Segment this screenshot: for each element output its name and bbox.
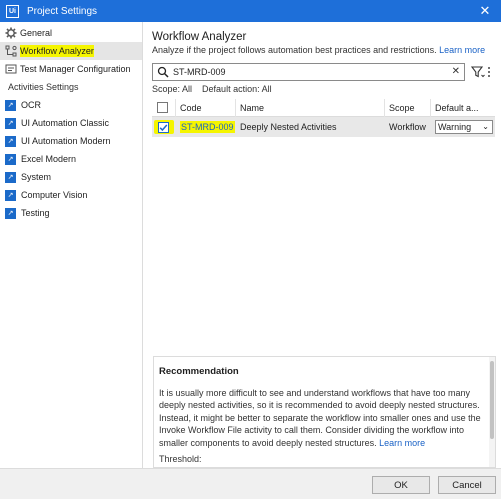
- workflow-analyzer-icon: [5, 45, 17, 57]
- sidebar-item-ui-automation-modern[interactable]: ↗ UI Automation Modern: [0, 132, 142, 150]
- recommendation-scrollbar[interactable]: [489, 357, 495, 467]
- learn-more-link[interactable]: Learn more: [439, 45, 485, 55]
- recommendation-panel: Recommendation It is usually more diffic…: [153, 356, 496, 468]
- select-all-cell: [152, 98, 176, 117]
- scope-filter[interactable]: Scope: All: [152, 84, 192, 94]
- rule-scope: Workflow: [389, 122, 426, 132]
- column-header-code[interactable]: Code: [176, 98, 236, 117]
- dialog-footer: OK Cancel: [0, 468, 501, 499]
- activity-package-icon: ↗: [5, 99, 16, 111]
- activity-package-icon: ↗: [5, 135, 16, 147]
- sidebar: General Workflow Analyzer Test Manager C…: [0, 22, 143, 468]
- recommendation-body: It is usually more difficult to see and …: [159, 387, 490, 449]
- selected-action: Warning: [438, 122, 472, 132]
- sidebar-item-system[interactable]: ↗ System: [0, 168, 142, 186]
- sidebar-item-computer-vision[interactable]: ↗ Computer Vision: [0, 186, 142, 204]
- sidebar-item-testing[interactable]: ↗ Testing: [0, 204, 142, 222]
- activity-package-icon: ↗: [5, 153, 16, 165]
- ok-button[interactable]: OK: [372, 476, 430, 494]
- rule-code: ST-MRD-009: [180, 121, 235, 133]
- page-description: Analyze if the project follows automatio…: [152, 45, 485, 55]
- sidebar-item-label: System: [21, 172, 52, 182]
- scroll-thumb[interactable]: [490, 361, 494, 439]
- activity-package-icon: ↗: [5, 207, 16, 219]
- sidebar-item-label: Excel Modern: [21, 154, 77, 164]
- sidebar-item-label: OCR: [21, 100, 41, 110]
- column-header-name[interactable]: Name: [236, 98, 385, 117]
- activity-package-icon: ↗: [5, 117, 16, 129]
- sidebar-item-label: General: [20, 28, 53, 38]
- select-all-checkbox[interactable]: [157, 102, 168, 113]
- search-box: ✕: [152, 63, 465, 81]
- search-input[interactable]: [173, 67, 443, 77]
- table-header: Code Name Scope Default a...: [152, 98, 495, 117]
- sidebar-item-label: Testing: [21, 208, 50, 218]
- page-title: Workflow Analyzer: [152, 31, 247, 43]
- search-icon: [157, 66, 169, 78]
- code-cell: ST-MRD-009: [176, 117, 236, 137]
- close-button[interactable]: ✕: [477, 3, 493, 19]
- column-header-default-action[interactable]: Default a...: [431, 99, 495, 117]
- sidebar-section-activities: Activities Settings: [8, 82, 79, 92]
- row-checkbox-cell: [152, 117, 176, 137]
- gear-icon: [5, 27, 17, 39]
- sidebar-item-label: UI Automation Modern: [21, 136, 111, 146]
- title-bar: Ui Project Settings ✕: [0, 0, 501, 22]
- sidebar-item-ocr[interactable]: ↗ OCR: [0, 96, 142, 114]
- action-cell: Warning ⌄: [431, 117, 495, 137]
- recommendation-learn-more-link[interactable]: Learn more: [379, 438, 425, 448]
- test-manager-icon: [5, 63, 17, 75]
- clear-search-icon[interactable]: ✕: [452, 66, 460, 77]
- threshold-label: Threshold:: [159, 454, 202, 465]
- row-checkbox-highlight: [154, 120, 174, 134]
- description-text: Analyze if the project follows automatio…: [152, 45, 437, 55]
- cancel-button[interactable]: Cancel: [438, 476, 496, 494]
- table-row[interactable]: ST-MRD-009 Deeply Nested Activities Work…: [152, 117, 495, 137]
- sidebar-item-label: Test Manager Configuration: [20, 64, 131, 74]
- main-panel: Workflow Analyzer Analyze if the project…: [144, 22, 501, 468]
- window-title: Project Settings: [27, 5, 98, 17]
- overflow-menu-icon[interactable]: [485, 64, 493, 80]
- default-action-select[interactable]: Warning ⌄: [435, 120, 493, 134]
- sidebar-item-ui-automation-classic[interactable]: ↗ UI Automation Classic: [0, 114, 142, 132]
- sidebar-item-label: Workflow Analyzer: [20, 45, 94, 57]
- sidebar-item-excel-modern[interactable]: ↗ Excel Modern: [0, 150, 142, 168]
- row-checkbox[interactable]: [158, 121, 169, 133]
- sidebar-item-label: UI Automation Classic: [21, 118, 110, 128]
- rules-table: Code Name Scope Default a... ST-MRD-009 …: [152, 98, 495, 137]
- filter-icon[interactable]: [470, 64, 486, 80]
- default-action-filter[interactable]: Default action: All: [202, 84, 272, 94]
- sidebar-item-test-manager[interactable]: Test Manager Configuration: [0, 60, 142, 78]
- activity-package-icon: ↗: [5, 189, 16, 201]
- sidebar-item-workflow-analyzer[interactable]: Workflow Analyzer: [0, 42, 142, 60]
- chevron-down-icon: ⌄: [482, 122, 489, 131]
- recommendation-title: Recommendation: [159, 366, 239, 377]
- rule-name: Deeply Nested Activities: [240, 122, 337, 132]
- sidebar-item-general[interactable]: General: [0, 24, 142, 42]
- activity-package-icon: ↗: [5, 171, 16, 183]
- column-header-scope[interactable]: Scope: [385, 98, 431, 117]
- sidebar-item-label: Computer Vision: [21, 190, 88, 200]
- recommendation-text: It is usually more difficult to see and …: [159, 388, 481, 448]
- filter-summary: Scope: All Default action: All: [152, 84, 272, 94]
- uipath-app-icon: Ui: [6, 4, 19, 18]
